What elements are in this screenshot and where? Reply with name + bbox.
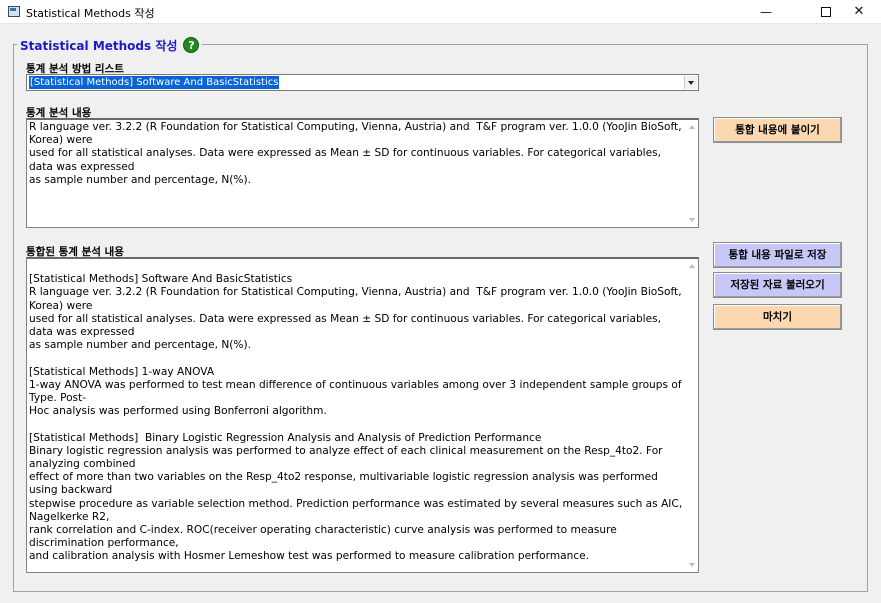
chevron-down-icon[interactable] (684, 76, 697, 89)
combined-textarea[interactable]: [Statistical Methods] Software And Basic… (26, 257, 699, 573)
method-list-dropdown[interactable]: [Statistical Methods] Software And Basic… (26, 74, 699, 91)
combined-scrollbar[interactable] (686, 259, 698, 572)
group-title: Statistical Methods 작성 (20, 38, 178, 53)
scroll-down-icon[interactable] (689, 563, 695, 567)
method-list-selected: [Statistical Methods] Software And Basic… (27, 75, 281, 90)
minimize-button[interactable]: — (743, 0, 789, 24)
title-bar[interactable]: Statistical Methods 작성 — ✕ (0, 0, 881, 24)
maximize-icon (821, 7, 831, 17)
window-title: Statistical Methods 작성 (26, 7, 155, 20)
save-to-file-button[interactable]: 통합 내용 파일로 저장 (713, 242, 842, 268)
content-text: R language ver. 3.2.2 (R Foundation for … (29, 121, 682, 186)
finish-button[interactable]: 마치기 (713, 304, 842, 330)
close-button[interactable]: ✕ (836, 0, 881, 24)
help-icon[interactable]: ? (183, 37, 200, 53)
content-scrollbar[interactable] (686, 120, 698, 227)
scroll-up-icon[interactable] (689, 264, 695, 268)
load-saved-button[interactable]: 저장된 자료 불러오기 (713, 272, 842, 298)
combined-text: [Statistical Methods] Software And Basic… (29, 273, 683, 563)
app-icon (8, 6, 20, 17)
scroll-down-icon[interactable] (689, 218, 695, 222)
content-textarea[interactable]: R language ver. 3.2.2 (R Foundation for … (26, 118, 699, 228)
paste-to-combined-button[interactable]: 통합 내용에 붙이기 (713, 117, 842, 143)
scroll-up-icon[interactable] (689, 125, 695, 129)
group-legend: Statistical Methods 작성 ? (17, 35, 203, 55)
